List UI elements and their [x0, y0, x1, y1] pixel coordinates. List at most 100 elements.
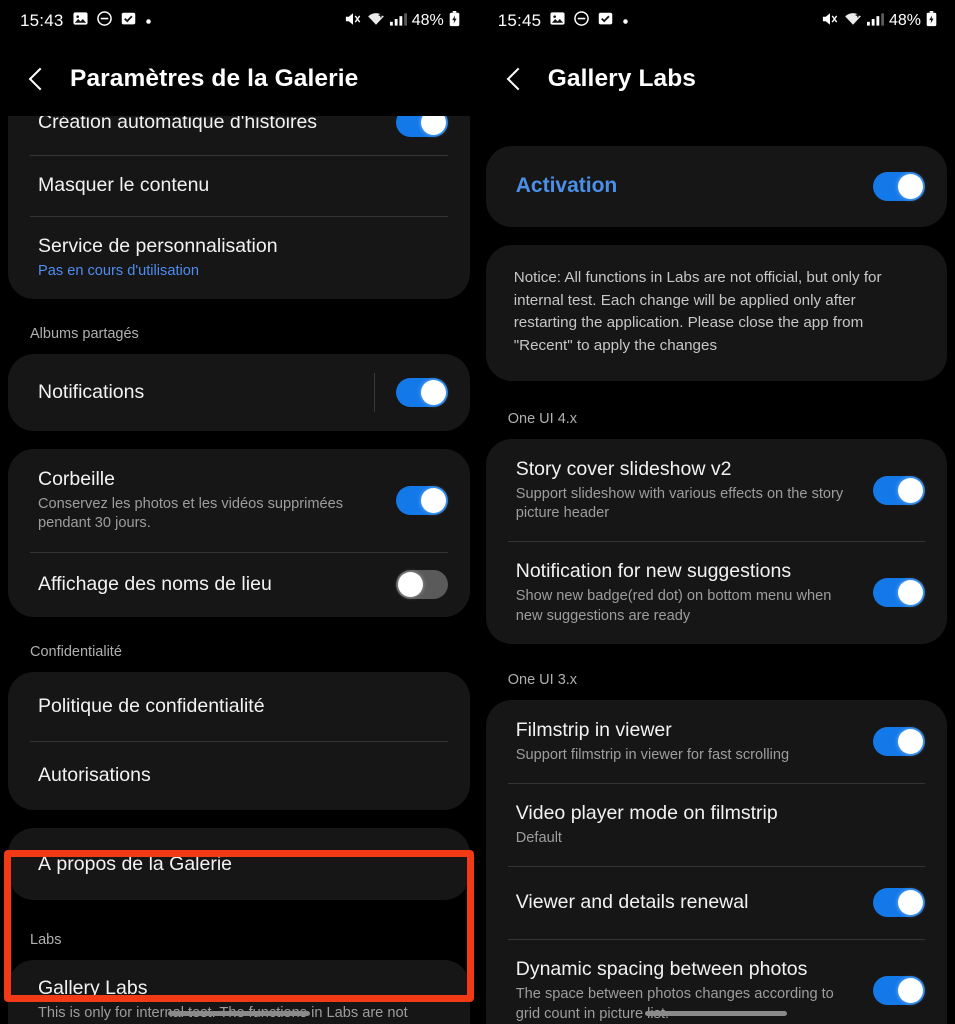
signal-icon	[389, 11, 407, 32]
checkbox-icon	[598, 11, 613, 31]
mute-icon	[821, 11, 839, 32]
setting-row-personalization-service[interactable]: Service de personnalisation Pas en cours…	[8, 215, 470, 299]
row-text: Notifications	[38, 380, 380, 405]
status-bar-right-cluster: 48%	[344, 10, 460, 32]
back-arrow-icon[interactable]	[26, 68, 48, 90]
status-bar-left-cluster: 15:45	[498, 11, 630, 31]
toggle-viewer-details-renewal[interactable]	[873, 888, 925, 918]
row-text: Corbeille Conservez les photos et les vi…	[38, 467, 380, 533]
toggle-knob	[898, 580, 923, 606]
toggle-notification-new-suggestions[interactable]	[873, 578, 925, 608]
setting-row-notification-new-suggestions[interactable]: Notification for new suggestions Show ne…	[486, 541, 947, 643]
toggle-knob	[898, 477, 923, 503]
row-text: À propos de la Galerie	[38, 852, 448, 877]
toggle-knob	[420, 116, 446, 135]
row-text: Affichage des noms de lieu	[38, 572, 380, 597]
toggle-knob	[397, 571, 423, 597]
toggle-story-cover-slideshow[interactable]	[873, 475, 925, 505]
status-time: 15:43	[20, 11, 64, 30]
toggle-place-names[interactable]	[395, 569, 448, 599]
settings-scroll-area-left[interactable]: Création automatique d'histoires Masquer…	[0, 116, 478, 1024]
do-not-disturb-icon	[574, 11, 590, 31]
section-header-one-ui-3: One UI 3.x	[507, 671, 578, 688]
settings-group-one-ui-4: Story cover slideshow v2 Support slidesh…	[485, 439, 947, 644]
row-text: Création automatique d'histoires	[38, 116, 380, 135]
labs-scroll-area[interactable]: Activation Notice: All functions in Labs…	[478, 116, 955, 1024]
setting-row-story-cover-slideshow[interactable]: Story cover slideshow v2 Support slidesh…	[486, 439, 947, 541]
setting-row-hide-content[interactable]: Masquer le contenu	[8, 155, 470, 216]
settings-group-privacy: Politique de confidentialité Autorisatio…	[8, 671, 470, 810]
toggle-dynamic-spacing[interactable]	[873, 976, 925, 1006]
row-title: Politique de confidentialité	[38, 694, 265, 717]
toggle-auto-story[interactable]	[395, 116, 448, 137]
gesture-navigation-bar[interactable]	[478, 1011, 955, 1016]
row-text: Viewer and details renewal	[516, 890, 857, 915]
row-title: Corbeille	[38, 468, 115, 491]
battery-percent: 48%	[888, 12, 921, 29]
row-title: Notifications	[38, 381, 145, 404]
section-header-one-ui-4: One UI 4.x	[507, 411, 578, 427]
row-title: Story cover slideshow v2	[515, 458, 732, 480]
row-text: Notification for new suggestions Show ne…	[516, 559, 857, 625]
status-bar-left: 15:43 48%	[0, 0, 478, 42]
gesture-bar-handle[interactable]	[645, 1011, 788, 1016]
row-title: Dynamic spacing between photos	[515, 958, 808, 981]
row-subtitle: Conservez les photos et les vidéos suppr…	[38, 496, 344, 532]
setting-row-auto-story[interactable]: Création automatique d'histoires	[8, 116, 470, 155]
row-subtitle: Support filmstrip in viewer for fast scr…	[515, 746, 790, 763]
toggle-notifications[interactable]	[373, 373, 448, 413]
setting-row-permissions[interactable]: Autorisations	[8, 740, 470, 810]
wifi-icon	[367, 11, 385, 32]
right-phone-screen: 15:45 48% Gallery Labs Activation Notice…	[477, 0, 955, 1024]
row-text: Activation	[516, 173, 857, 200]
setting-row-video-player-mode[interactable]: Video player mode on filmstrip Default	[486, 783, 947, 866]
page-title: Paramètres de la Galerie	[70, 65, 359, 92]
setting-row-trash[interactable]: Corbeille Conservez les photos et les vi…	[8, 449, 470, 551]
row-title: Video player mode on filmstrip	[515, 802, 778, 825]
row-title: Affichage des noms de lieu	[38, 572, 272, 595]
gesture-bar-handle[interactable]	[167, 1011, 310, 1016]
setting-row-viewer-details-renewal[interactable]: Viewer and details renewal	[486, 866, 947, 939]
toggle-activation[interactable]	[873, 172, 925, 201]
toggle-knob	[420, 380, 446, 406]
row-title: Masquer le contenu	[38, 174, 210, 196]
row-title: Activation	[515, 174, 618, 198]
row-title: Filmstrip in viewer	[515, 718, 672, 741]
row-subtitle: Pas en cours d'utilisation	[38, 262, 199, 279]
page-title: Gallery Labs	[547, 65, 697, 92]
setting-row-notifications[interactable]: Notifications	[8, 354, 470, 431]
activation-group: Activation	[485, 146, 947, 227]
section-header-labs: Labs	[30, 932, 62, 949]
row-title: Autorisations	[38, 763, 151, 786]
toggle-filmstrip-in-viewer[interactable]	[873, 727, 925, 756]
back-arrow-icon[interactable]	[504, 68, 526, 90]
status-time: 15:45	[497, 11, 542, 30]
setting-row-filmstrip-in-viewer[interactable]: Filmstrip in viewer Support filmstrip in…	[486, 700, 947, 783]
row-text: Video player mode on filmstrip Default	[516, 801, 925, 848]
settings-group-one-ui-3: Filmstrip in viewer Support filmstrip in…	[485, 699, 947, 1024]
row-title: Viewer and details renewal	[515, 891, 749, 914]
toggle-knob	[420, 487, 446, 513]
settings-group-trash: Corbeille Conservez les photos et les vi…	[8, 449, 470, 617]
row-text: Politique de confidentialité	[38, 694, 448, 719]
setting-row-about-gallery[interactable]: À propos de la Galerie	[8, 828, 470, 901]
status-bar-right-cluster: 48%	[821, 10, 937, 32]
image-icon	[73, 11, 88, 31]
gesture-navigation-bar[interactable]	[0, 1011, 478, 1016]
image-icon	[550, 11, 565, 31]
row-subtitle: Support slideshow with various effects o…	[515, 485, 844, 522]
row-title: Notification for new suggestions	[515, 560, 792, 583]
title-bar-right: Gallery Labs	[478, 42, 955, 116]
labs-notice-text: Notice: All functions in Labs are not of…	[485, 245, 947, 381]
setting-row-privacy-policy[interactable]: Politique de confidentialité	[8, 672, 470, 741]
left-phone-screen: 15:43 48% Paramètres de la Galerie Créat…	[0, 0, 478, 1024]
battery-icon	[449, 10, 460, 32]
mute-icon	[344, 11, 362, 32]
setting-row-activation[interactable]: Activation	[486, 146, 947, 227]
row-text: Story cover slideshow v2 Support slidesh…	[516, 457, 857, 523]
wifi-icon	[844, 11, 862, 32]
checkbox-icon	[121, 11, 136, 31]
setting-row-place-names[interactable]: Affichage des noms de lieu	[8, 551, 470, 617]
toggle-knob	[898, 174, 923, 199]
toggle-trash[interactable]	[395, 485, 448, 515]
